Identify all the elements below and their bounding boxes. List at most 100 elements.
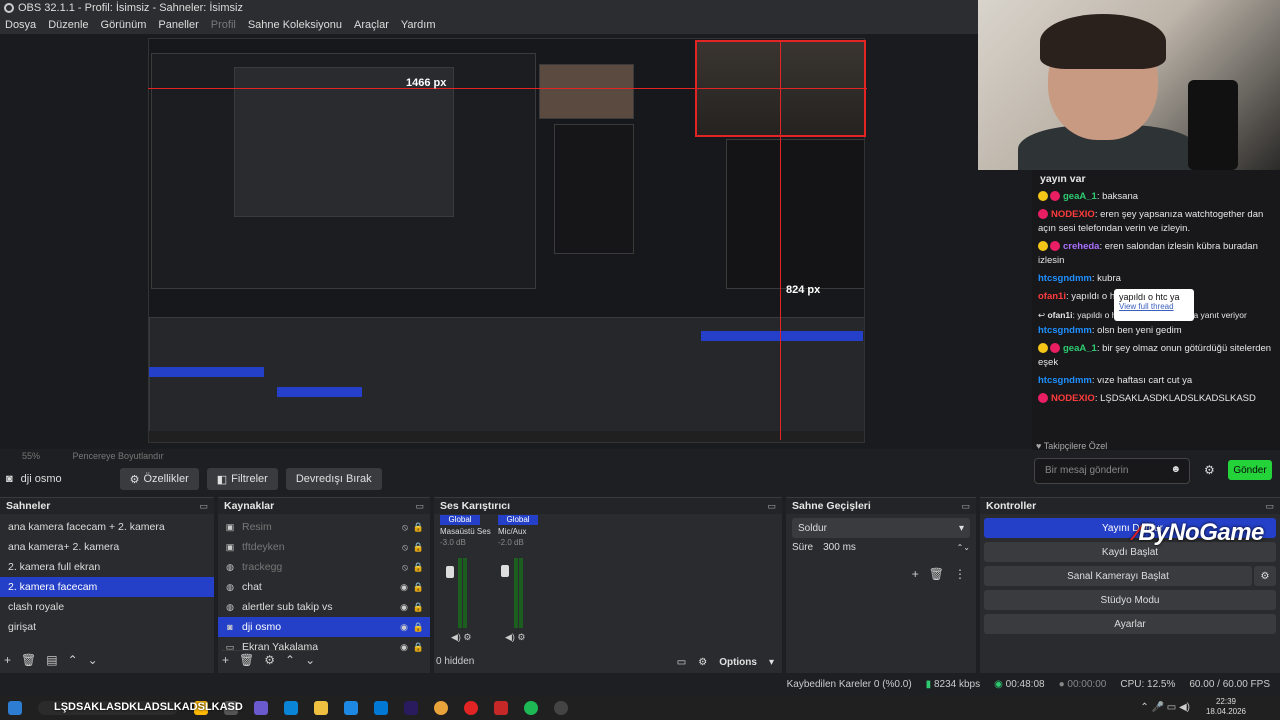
chrome-icon[interactable] — [434, 700, 448, 715]
scene-item[interactable]: clash royale — [0, 597, 214, 617]
image-icon: ▣ — [225, 541, 235, 552]
microphone-icon — [1188, 80, 1238, 170]
obs-logo-icon — [4, 3, 14, 13]
resize-to-window[interactable]: Pencereye Boyutlandır — [73, 451, 164, 461]
menu-dosya[interactable]: Dosya — [5, 19, 36, 31]
scene-item-selected[interactable]: 2. kamera facecam — [0, 577, 214, 597]
source-item[interactable]: ◍ trackegg ⦸ 🔒 — [218, 557, 430, 577]
mixer-channel-mic: Global Mic/Aux -2.0 dB — [498, 515, 538, 547]
followers-only-label: ♥ Takipçilere Özel — [1036, 441, 1108, 451]
status-bar: Kaybedilen Kareler 0 (%0.0) ▮ 8234 kbps … — [0, 673, 1280, 695]
settings-button[interactable]: Ayarlar — [984, 614, 1276, 634]
edge-icon[interactable] — [284, 700, 298, 715]
move-up-icon[interactable]: ⌃ — [68, 653, 78, 667]
more-icon[interactable]: ⋮ — [954, 567, 966, 581]
source-item[interactable]: ▣ tftdeyken ⦸ 🔒 — [218, 537, 430, 557]
opera-icon[interactable] — [464, 700, 478, 715]
copilot-icon[interactable] — [254, 700, 268, 715]
remove-transition-icon[interactable]: 🗑 — [929, 567, 944, 581]
mixer-title: Ses Karıştırıcı — [440, 500, 511, 512]
undock-icon[interactable]: ▭ — [767, 501, 776, 512]
view-thread-link[interactable]: View full thread — [1119, 302, 1189, 311]
menu-paneller[interactable]: Paneller — [158, 19, 198, 31]
menu-yardim[interactable]: Yardım — [401, 19, 436, 31]
studio-mode-button[interactable]: Stüdyo Modu — [984, 590, 1276, 610]
deactivate-button[interactable]: Devredışı Bırak — [285, 468, 382, 490]
obs-icon[interactable] — [554, 700, 568, 715]
outlook-icon[interactable] — [374, 700, 388, 715]
nested-preview — [234, 67, 454, 217]
undock-icon[interactable]: ▭ — [1265, 501, 1274, 512]
duration-label: Süre — [792, 542, 814, 553]
transitions-dock: Sahne Geçişleri ▭ Soldur ▾ Süre 300 ms ⌃⌄ … — [786, 497, 976, 673]
scene-item[interactable]: girişat — [0, 617, 214, 637]
layout-icon[interactable]: ▭ — [677, 657, 686, 668]
speaker-icon[interactable]: ◀) ⚙ — [505, 632, 526, 643]
chat-message: creheda: eren salondan izlesin kübra bur… — [1038, 241, 1258, 266]
options-dropdown[interactable]: Options — [719, 657, 757, 668]
nested-stream-button — [701, 331, 863, 341]
browser-icon: ◍ — [226, 581, 234, 592]
virtual-camera-gear-icon[interactable]: ⚙ — [1254, 566, 1276, 586]
undock-icon[interactable]: ▭ — [199, 501, 208, 512]
volume-fader[interactable] — [501, 564, 509, 577]
source-settings-icon[interactable]: ⚙ — [264, 653, 275, 667]
menu-profil[interactable]: Profil — [211, 19, 236, 31]
source-item[interactable]: ▣ Resim ⦸ 🔒 — [218, 517, 430, 537]
duration-input[interactable]: 300 ms — [823, 542, 856, 553]
menu-duzenle[interactable]: Düzenle — [48, 19, 88, 31]
scene-item[interactable]: 2. kamera full ekran — [0, 557, 214, 577]
remove-scene-icon[interactable]: 🗑 — [21, 653, 36, 667]
chat-message: NODEXIO: LŞDSAKLASDKLADSLKADSLKASD — [1032, 390, 1280, 408]
system-tray[interactable]: ⌃ 🎤 ▭ ◀) — [1140, 702, 1190, 713]
remove-source-icon[interactable]: 🗑 — [239, 653, 254, 667]
add-transition-icon[interactable]: + — [912, 567, 919, 581]
lock-icon: 🔒 — [412, 621, 424, 632]
channel-name: Masaüstü Ses — [440, 527, 491, 536]
source-item[interactable]: ◍ alertler sub takip vs ◉ 🔒 — [218, 597, 430, 617]
start-virtual-camera-button[interactable]: Sanal Kamerayı Başlat — [984, 566, 1252, 586]
properties-button[interactable]: ⚙ Özellikler — [119, 468, 199, 490]
menu-sahne-koleksiyonu[interactable]: Sahne Koleksiyonu — [248, 19, 342, 31]
lock-icon: 🔒 — [412, 581, 424, 592]
eye-icon: ◉ — [400, 601, 408, 612]
source-item-selected[interactable]: ◙ dji osmo ◉ 🔒 — [218, 617, 430, 637]
scenes-dock: Sahneler ▭ ana kamera facecam + 2. kamera… — [0, 497, 214, 673]
chat-message: geaA_1: baksana — [1032, 188, 1280, 206]
move-up-icon[interactable]: ⌃ — [285, 653, 295, 667]
move-down-icon[interactable]: ⌄ — [88, 653, 98, 667]
vivaldi-icon[interactable] — [494, 700, 508, 715]
emote-icon[interactable]: ☻ — [1170, 464, 1181, 475]
window-titlebar: OBS 32.1.1 - Profil: İsimsiz - Sahneler:… — [0, 0, 980, 16]
menu-gorunum[interactable]: Görünüm — [101, 19, 147, 31]
scene-item[interactable]: ana kamera+ 2. kamera — [0, 537, 214, 557]
taskbar-clock[interactable]: 22:39 18.04.2026 — [1206, 697, 1246, 717]
volume-fader[interactable] — [446, 566, 454, 578]
scene-filters-icon[interactable]: ▤ — [46, 653, 57, 667]
undock-icon[interactable]: ▭ — [961, 501, 970, 512]
menu-araclar[interactable]: Araçlar — [354, 19, 389, 31]
start-icon[interactable] — [8, 700, 22, 715]
undock-icon[interactable]: ▭ — [415, 501, 424, 512]
send-button[interactable]: Gönder — [1228, 460, 1272, 480]
add-scene-icon[interactable]: + — [4, 653, 11, 667]
store-icon[interactable] — [344, 700, 358, 715]
transition-select[interactable]: Soldur ▾ — [792, 518, 970, 538]
menu-bar: Dosya Düzenle Görünüm Paneller Profil Sa… — [0, 16, 980, 34]
spotify-icon[interactable] — [524, 700, 538, 715]
zoom-level[interactable]: 55% — [22, 451, 40, 461]
add-source-icon[interactable]: + — [222, 653, 229, 667]
scene-item[interactable]: ana kamera facecam + 2. kamera — [0, 517, 214, 537]
chat-input[interactable]: Bir mesaj gönderin ☻ — [1034, 458, 1190, 484]
dropped-frames: Kaybedilen Kareler 0 (%0.0) — [786, 678, 912, 690]
filters-button[interactable]: ◧ Filtreler — [206, 468, 278, 490]
spinner-icon[interactable]: ⌃⌄ — [957, 543, 970, 552]
speaker-icon[interactable]: ◀) ⚙ — [451, 632, 472, 643]
source-item[interactable]: ◍ chat ◉ 🔒 — [218, 577, 430, 597]
mixer-settings-icon[interactable]: ⚙ — [698, 657, 707, 668]
chat-settings-gear-icon[interactable]: ⚙ — [1204, 463, 1215, 477]
premiere-icon[interactable] — [404, 700, 418, 715]
chevron-down-icon[interactable]: ▾ — [769, 657, 774, 668]
folder-icon[interactable] — [314, 700, 328, 715]
move-down-icon[interactable]: ⌄ — [305, 653, 315, 667]
